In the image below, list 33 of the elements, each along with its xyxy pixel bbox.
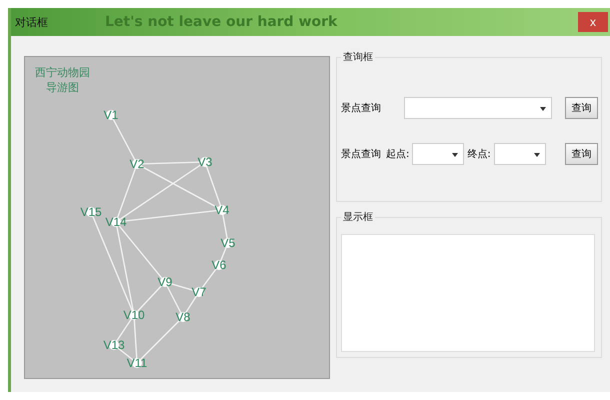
graph-node: V5 (220, 236, 236, 250)
map-caption: 导游图 (46, 80, 79, 95)
graph-node: V14 (105, 215, 127, 229)
caret-icon (540, 107, 546, 111)
caret-icon (534, 153, 540, 157)
graph-node: V11 (126, 356, 148, 370)
window-title: 对话框 (15, 14, 49, 30)
field-label: 终点: (467, 148, 491, 161)
graph-node: V15 (80, 205, 102, 219)
graph-node: V2 (130, 157, 144, 171)
graph-node: V4 (214, 203, 230, 217)
caret-icon (452, 153, 458, 157)
graph-node: V9 (158, 275, 172, 289)
graph-node: V6 (212, 258, 226, 272)
group-title: 显示框 (342, 210, 374, 224)
field-label: 景点查询 (341, 148, 382, 161)
graph-node: V10 (123, 308, 145, 322)
field-label: 起点: (386, 148, 410, 161)
graph-node: V7 (192, 285, 206, 299)
map-caption: 西宁动物园 (35, 65, 90, 80)
close-button[interactable]: x (578, 12, 608, 32)
graph-node: V1 (104, 108, 118, 122)
query-button[interactable]: 查询 (565, 143, 598, 165)
spot-combo[interactable] (404, 97, 552, 119)
end-combo[interactable] (494, 143, 546, 165)
query-button[interactable]: 查询 (565, 97, 598, 119)
graph-node: V13 (103, 338, 125, 352)
group-title: 查询框 (342, 50, 374, 64)
display-area[interactable] (341, 234, 595, 352)
start-combo[interactable] (412, 143, 464, 165)
graph-node: V8 (176, 310, 190, 324)
field-label: 景点查询 (341, 102, 382, 115)
graph-node: V3 (198, 155, 212, 169)
